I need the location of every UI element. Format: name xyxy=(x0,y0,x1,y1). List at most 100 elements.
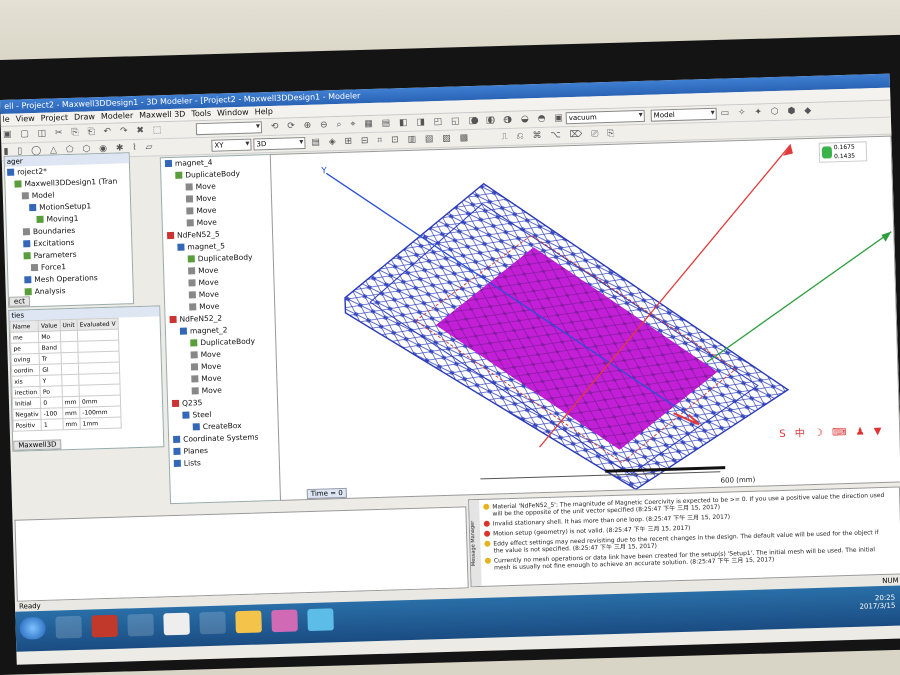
project-tree-label: Maxwell3DDesign1 (Tran xyxy=(24,176,118,189)
model-canvas[interactable]: Y 600 (mm) xyxy=(271,137,900,500)
x-axis-arrow xyxy=(782,144,793,156)
history-tree-label: Steel xyxy=(192,409,212,420)
properties-cell: Positiv xyxy=(13,419,42,432)
model-combo[interactable]: Model xyxy=(650,107,717,122)
project-tree-label: roject2* xyxy=(17,166,48,177)
move-op-icon xyxy=(186,219,194,227)
move-op-icon xyxy=(190,363,199,371)
history-tree-label: Move xyxy=(201,385,222,396)
properties-tab[interactable]: Maxwell3D xyxy=(13,439,62,451)
properties-cell: Gl xyxy=(39,363,62,376)
history-tree-item[interactable]: Lists xyxy=(170,455,280,470)
status-text: Ready xyxy=(18,602,41,611)
warning-icon xyxy=(484,557,491,564)
menu-item-6[interactable]: Tools xyxy=(191,109,211,119)
history-tree-panel: magnet_4 DuplicateBody Move Move Move Move NdF… xyxy=(159,153,283,505)
project-tree-label: MotionSetup1 xyxy=(39,201,92,212)
selection-combo[interactable] xyxy=(195,121,263,136)
properties-cell xyxy=(61,363,79,375)
history-tree-label: Lists xyxy=(183,458,202,468)
taskbar-app-5[interactable] xyxy=(199,611,226,635)
properties-column-header[interactable]: Unit xyxy=(59,319,78,331)
object-icon xyxy=(177,243,185,251)
menu-item-4[interactable]: Modeler xyxy=(101,111,133,121)
toolbar-icons-3[interactable]: ● ◐ ◑ ◒ ◓ ▣ xyxy=(471,113,566,126)
project-tree-label: Analysis xyxy=(34,286,66,297)
menu-item-0[interactable]: le xyxy=(2,115,9,124)
taskbar-app-2[interactable] xyxy=(91,614,118,638)
legend-value-2: 0.1435 xyxy=(833,152,856,161)
history-tree-label: CreateBox xyxy=(202,420,242,432)
toolbar-icons-6[interactable]: ▤ ◈ ⊞ ⊟ ⌗ ⊡ ▥ ▧ ▨ ▩ xyxy=(311,133,471,148)
ime-toolbar[interactable]: S 中 ☽ ⌨ ♟ ▼ xyxy=(779,422,885,440)
menu-item-7[interactable]: Window xyxy=(217,108,249,118)
taskbar-app-1[interactable] xyxy=(55,615,82,639)
history-tree-label: DuplicateBody xyxy=(200,336,256,348)
field-legend: 0.1675 0.1435 xyxy=(818,141,868,163)
toolbar-icons-1[interactable]: ▣ ▢ ◫ ✂ ⎘ ⎗ ↶ ↷ ✖ ⬚ xyxy=(3,125,165,140)
properties-column-header[interactable]: Name xyxy=(10,320,39,333)
properties-cell: pe xyxy=(10,342,40,355)
tree-node-icon xyxy=(23,252,31,260)
object-icon xyxy=(173,435,181,444)
history-tree-label: DuplicateBody xyxy=(197,252,253,264)
object-icon xyxy=(175,171,183,179)
z-axis-line xyxy=(706,231,892,363)
material-combo[interactable]: vacuum xyxy=(565,109,645,125)
menu-item-5[interactable]: Maxwell 3D xyxy=(139,110,185,120)
properties-cell xyxy=(61,374,79,386)
move-op-icon xyxy=(190,351,198,359)
menu-item-1[interactable]: View xyxy=(16,114,35,124)
taskbar-app-4[interactable] xyxy=(163,612,190,636)
object-icon xyxy=(173,447,181,456)
warning-icon xyxy=(483,503,490,510)
properties-cell: 1 xyxy=(41,418,64,431)
menu-item-2[interactable]: Project xyxy=(41,113,69,123)
history-tree-label: Move xyxy=(201,373,222,384)
properties-cell xyxy=(61,385,80,397)
object-icon xyxy=(187,255,195,263)
properties-cell: Y xyxy=(39,374,62,387)
menu-item-8[interactable]: Help xyxy=(255,107,274,117)
properties-cell: oordin xyxy=(11,364,40,377)
properties-cell: me xyxy=(10,331,39,344)
toolbar-icons-7[interactable]: ⎍ ⎌ ⌘ ⌥ ⌦ ⎚ ⎘ xyxy=(501,129,617,142)
menu-item-3[interactable]: Draw xyxy=(74,112,95,122)
project-tree-label: Model xyxy=(31,190,55,201)
taskbar-app-8[interactable] xyxy=(307,608,334,632)
progress-panel xyxy=(14,506,469,602)
project-tab[interactable]: ect xyxy=(8,296,31,307)
history-tree-label: magnet_5 xyxy=(187,241,226,252)
project-tree-label: Boundaries xyxy=(32,225,76,237)
tree-node-icon xyxy=(24,276,32,284)
properties-cell: -100 xyxy=(40,407,63,420)
history-tree-label: Move xyxy=(195,193,217,204)
properties-table: Name Value Unit Evaluated V me Mo pe Band oving… xyxy=(10,318,122,432)
properties-cell xyxy=(60,352,79,364)
start-button[interactable] xyxy=(19,616,47,640)
history-tree-label: magnet_4 xyxy=(174,157,213,168)
message-list: Material 'NdFeN52_5': The magnitude of M… xyxy=(483,492,895,575)
taskbar-app-6[interactable] xyxy=(235,610,262,634)
taskbar-app-7[interactable] xyxy=(271,609,298,633)
grid-combo[interactable]: XY xyxy=(211,138,252,152)
project-tree-label: Force1 xyxy=(40,262,67,272)
status-num: NUM xyxy=(882,576,899,586)
history-tree: magnet_4 DuplicateBody Move Move Move Move NdF… xyxy=(161,155,280,470)
properties-cell: Tr xyxy=(39,352,62,365)
toolbar-icons-4[interactable]: ▭ ✧ ✦ ⬡ ⬢ ◆ xyxy=(721,106,815,119)
object-icon xyxy=(190,339,198,347)
object-icon xyxy=(166,231,175,240)
move-op-icon xyxy=(188,267,196,275)
history-tree-label: NdFeN52_2 xyxy=(179,313,223,324)
legend-swatch xyxy=(821,146,833,159)
properties-cell: Po xyxy=(40,385,63,398)
properties-row[interactable]: Positiv 1 mm 1mm xyxy=(13,417,122,432)
properties-column-header[interactable]: Value xyxy=(38,319,61,332)
zoom-combo[interactable]: 3D xyxy=(253,136,306,151)
tree-node-icon xyxy=(23,240,31,248)
taskbar-clock[interactable]: 20:25 2017/3/15 xyxy=(859,594,895,611)
taskbar-app-3[interactable] xyxy=(127,613,154,637)
properties-cell: irection xyxy=(12,386,41,399)
modeler-viewport[interactable]: Y 600 (mm) 0.1675 0.1435 S 中 ☽ ⌨ ♟ ▼ Tim… xyxy=(269,135,900,501)
